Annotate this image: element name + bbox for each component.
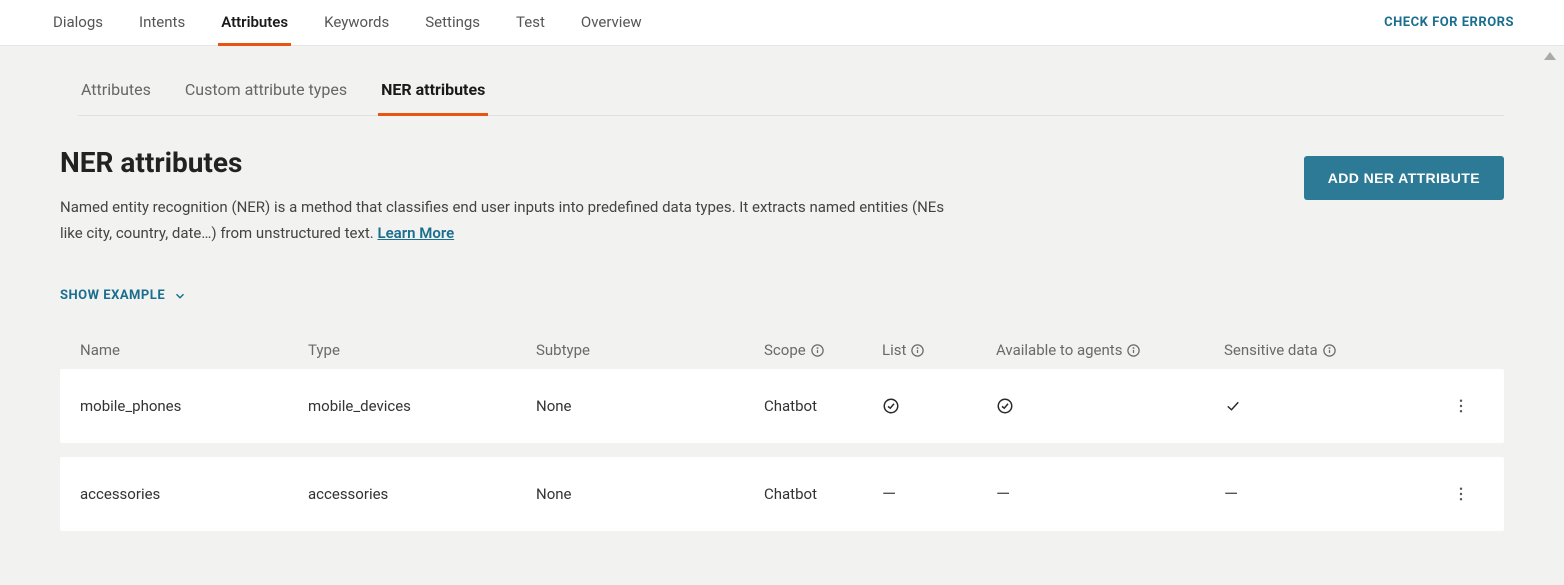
info-icon[interactable] xyxy=(810,343,825,358)
cell-actions xyxy=(1424,393,1484,419)
cell-list xyxy=(882,393,996,419)
check-circle-icon xyxy=(996,397,1014,415)
tab-keywords[interactable]: Keywords xyxy=(321,0,392,46)
cell-list: — xyxy=(882,481,996,507)
sub-tabs: Attributes Custom attribute types NER at… xyxy=(78,72,1504,116)
learn-more-link[interactable]: Learn More xyxy=(377,224,454,242)
tab-overview[interactable]: Overview xyxy=(578,0,645,46)
tab-dialogs[interactable]: Dialogs xyxy=(50,0,106,46)
table-header-row: Name Type Subtype Scope List Available t… xyxy=(60,329,1504,369)
tab-settings[interactable]: Settings xyxy=(422,0,483,46)
page-description-text: Named entity recognition (NER) is a meth… xyxy=(60,198,944,242)
row-actions-button[interactable] xyxy=(1448,481,1474,507)
cell-name: accessories xyxy=(80,481,308,507)
cell-type: accessories xyxy=(308,481,536,507)
subtab-ner-attributes[interactable]: NER attributes xyxy=(378,72,488,116)
tab-attributes[interactable]: Attributes xyxy=(218,0,291,46)
th-sensitive-label: Sensitive data xyxy=(1224,341,1318,359)
cell-subtype: None xyxy=(536,481,764,507)
cell-scope: Chatbot xyxy=(764,393,882,419)
cell-name: mobile_phones xyxy=(80,393,308,419)
th-scope: Scope xyxy=(764,341,882,359)
th-sensitive: Sensitive data xyxy=(1224,341,1424,359)
check-icon xyxy=(1224,397,1242,415)
tab-intents[interactable]: Intents xyxy=(136,0,188,46)
check-errors-button[interactable]: CHECK FOR ERRORS xyxy=(1384,15,1514,30)
page-header-left: NER attributes Named entity recognition … xyxy=(60,146,960,246)
cell-actions xyxy=(1424,481,1484,507)
show-example-label: SHOW EXAMPLE xyxy=(60,288,165,303)
page-header: NER attributes Named entity recognition … xyxy=(60,146,1504,246)
content: Attributes Custom attribute types NER at… xyxy=(0,46,1564,585)
row-actions-button[interactable] xyxy=(1448,393,1474,419)
cell-sensitive xyxy=(1224,393,1424,419)
subtab-custom-types[interactable]: Custom attribute types xyxy=(182,72,350,116)
more-vertical-icon xyxy=(1452,397,1470,415)
more-vertical-icon xyxy=(1452,485,1470,503)
info-icon[interactable] xyxy=(1322,343,1337,358)
th-scope-label: Scope xyxy=(764,341,806,359)
tab-test[interactable]: Test xyxy=(513,0,548,46)
th-subtype: Subtype xyxy=(536,341,764,359)
cell-subtype: None xyxy=(536,393,764,419)
th-actions xyxy=(1424,341,1484,359)
check-circle-icon xyxy=(882,397,900,415)
th-list-label: List xyxy=(882,341,906,359)
dash-icon: — xyxy=(996,484,1010,505)
cell-sensitive: — xyxy=(1224,481,1424,507)
page-title: NER attributes xyxy=(60,146,960,179)
attributes-table: Name Type Subtype Scope List Available t… xyxy=(60,329,1504,531)
dash-icon: — xyxy=(1224,484,1238,505)
show-example-button[interactable]: SHOW EXAMPLE xyxy=(60,288,187,303)
th-name: Name xyxy=(80,341,308,359)
add-ner-attribute-button[interactable]: ADD NER ATTRIBUTE xyxy=(1304,156,1504,200)
th-type: Type xyxy=(308,341,536,359)
th-agents: Available to agents xyxy=(996,341,1224,359)
top-nav-tabs: Dialogs Intents Attributes Keywords Sett… xyxy=(50,0,645,46)
table-row[interactable]: accessories accessories None Chatbot — —… xyxy=(60,457,1504,531)
table-row[interactable]: mobile_phones mobile_devices None Chatbo… xyxy=(60,369,1504,443)
collapse-caret-icon[interactable] xyxy=(1544,52,1556,60)
dash-icon: — xyxy=(882,484,896,505)
info-icon[interactable] xyxy=(1126,343,1141,358)
cell-agents xyxy=(996,393,1224,419)
chevron-down-icon xyxy=(173,289,187,303)
th-list: List xyxy=(882,341,996,359)
top-nav: Dialogs Intents Attributes Keywords Sett… xyxy=(0,0,1564,46)
cell-scope: Chatbot xyxy=(764,481,882,507)
cell-type: mobile_devices xyxy=(308,393,536,419)
info-icon[interactable] xyxy=(910,343,925,358)
cell-agents: — xyxy=(996,481,1224,507)
subtab-attributes[interactable]: Attributes xyxy=(78,72,154,116)
th-agents-label: Available to agents xyxy=(996,341,1122,359)
page-description: Named entity recognition (NER) is a meth… xyxy=(60,195,960,246)
